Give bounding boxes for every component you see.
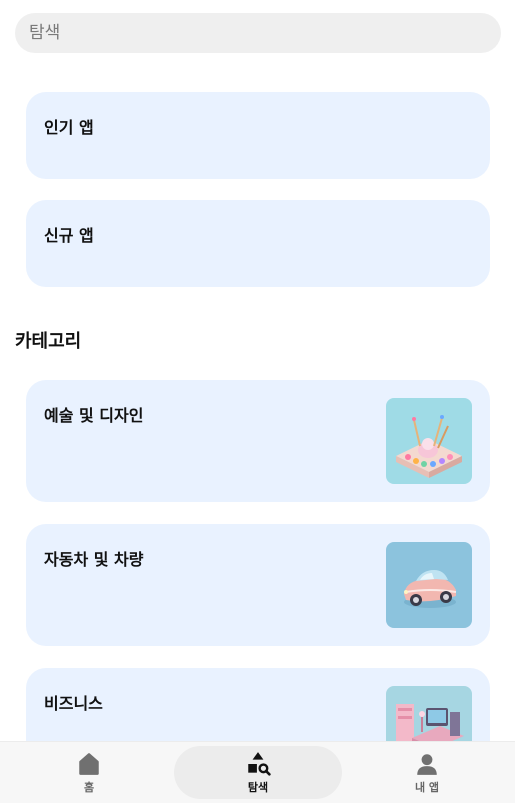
popular-apps-title: 인기 앱 <box>44 118 94 137</box>
nav-label-explore: 탐색 <box>247 780 269 794</box>
nav-item-explore[interactable]: 탐색 <box>174 746 342 799</box>
home-icon <box>79 752 99 775</box>
search-bar[interactable] <box>15 13 501 53</box>
category-title: 비즈니스 <box>44 694 103 713</box>
nav-label-home: 홈 <box>83 780 95 794</box>
popular-apps-card[interactable]: 인기 앱 <box>26 92 490 179</box>
categories-heading: 카테고리 <box>15 331 82 352</box>
category-title: 예술 및 디자인 <box>44 406 144 425</box>
nav-item-home[interactable]: 홈 <box>5 746 173 799</box>
category-title: 자동차 및 차량 <box>44 550 144 569</box>
car-illustration <box>386 542 472 628</box>
search-input[interactable] <box>29 23 501 43</box>
new-apps-title: 신규 앱 <box>44 226 94 245</box>
category-card-art-design[interactable]: 예술 및 디자인 <box>26 380 490 502</box>
category-card-vehicles[interactable]: 자동차 및 차량 <box>26 524 490 646</box>
nav-item-my-apps[interactable]: 내 앱 <box>343 746 511 799</box>
art-palette-illustration <box>386 398 472 484</box>
new-apps-card[interactable]: 신규 앱 <box>26 200 490 287</box>
person-icon <box>417 753 437 775</box>
bottom-navigation: 홈 탐색 내 앱 <box>0 741 515 803</box>
explore-shapes-icon <box>248 751 271 776</box>
nav-label-my-apps: 내 앱 <box>414 780 440 794</box>
